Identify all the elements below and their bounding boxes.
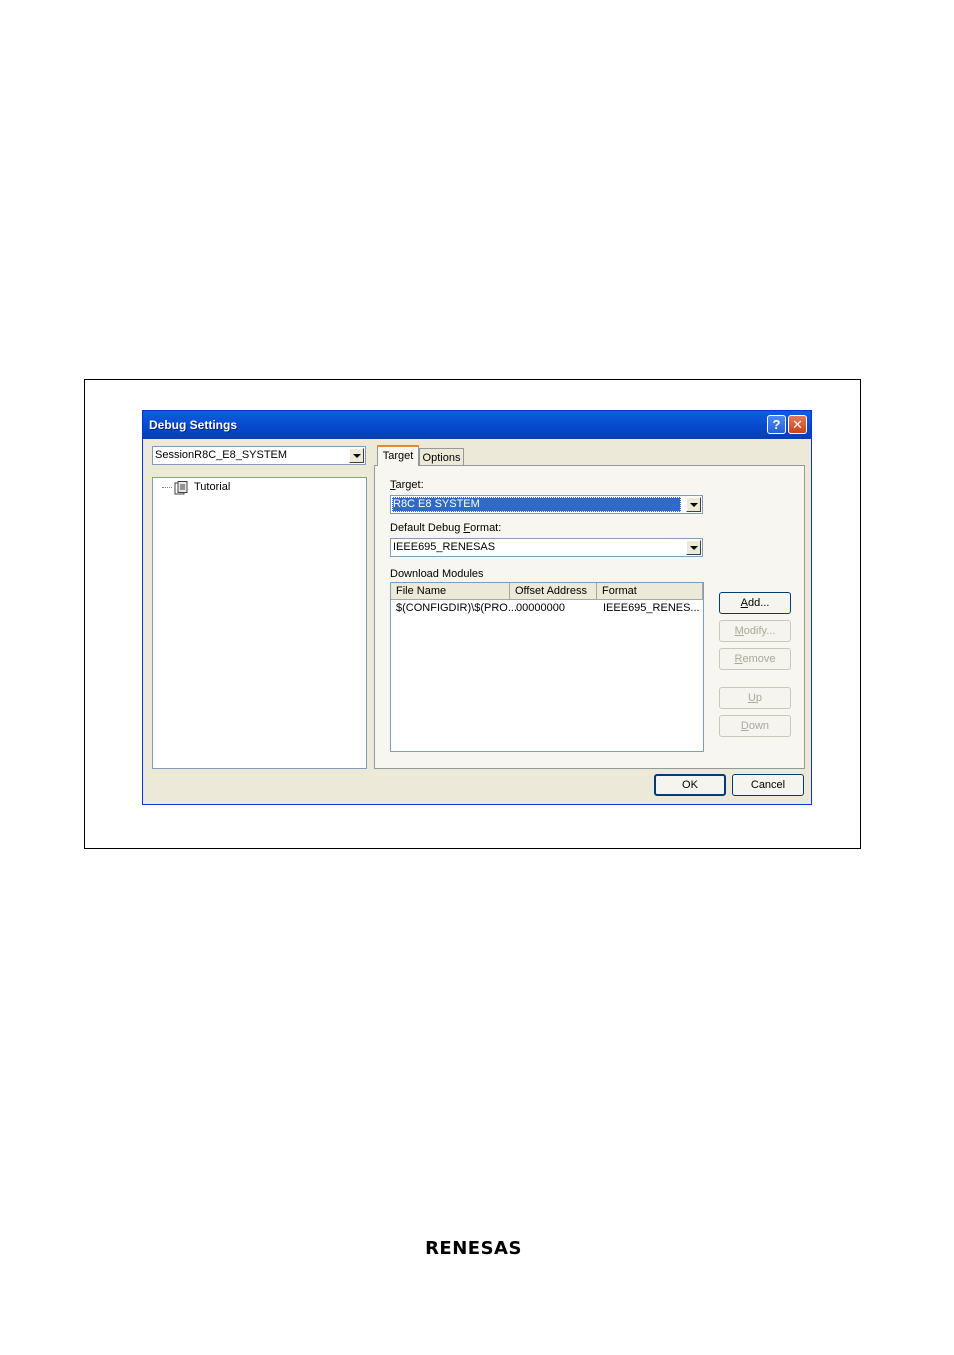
tree-connector — [162, 487, 172, 488]
help-button[interactable]: ? — [767, 415, 786, 434]
target-select-value: R8C E8 SYSTEM — [392, 497, 681, 512]
chevron-down-icon[interactable] — [686, 497, 701, 512]
debug-format-select-value: IEEE695_RENESAS — [393, 541, 496, 553]
debug-format-select[interactable]: IEEE695_RENESAS — [390, 538, 703, 557]
debug-settings-dialog: Debug Settings ? ✕ SessionR8C_E8_SYSTEM … — [142, 410, 812, 805]
down-button[interactable]: Down — [719, 715, 791, 737]
tab-target[interactable]: Target — [377, 445, 419, 466]
close-button[interactable]: ✕ — [788, 415, 807, 434]
cancel-button[interactable]: Cancel — [732, 774, 804, 796]
download-modules-label: Download Modules — [390, 568, 484, 580]
target-label: Target: — [390, 479, 424, 491]
tab-options[interactable]: Options — [419, 448, 464, 466]
target-tab-panel: Target: R8C E8 SYSTEM Default Debug Form… — [374, 465, 805, 769]
tree-item-tutorial[interactable]: Tutorial — [153, 478, 353, 498]
chevron-down-icon[interactable] — [686, 540, 701, 555]
session-select[interactable]: SessionR8C_E8_SYSTEM — [152, 446, 366, 465]
tree-item-label: Tutorial — [194, 481, 231, 493]
modify-button[interactable]: Modify... — [719, 620, 791, 642]
target-select[interactable]: R8C E8 SYSTEM — [390, 495, 703, 514]
chevron-down-icon[interactable] — [349, 448, 364, 463]
renesas-logo: RENESAS — [425, 1238, 522, 1259]
download-modules-list[interactable]: File Name Offset Address Format $(CONFIG… — [390, 582, 704, 752]
tab-target-label: Target — [382, 450, 414, 462]
table-row[interactable]: $(CONFIGDIR)\$(PRO... 00000000 IEEE695_R… — [391, 583, 703, 619]
ok-button[interactable]: OK — [654, 774, 726, 796]
session-select-value: SessionR8C_E8_SYSTEM — [155, 449, 288, 461]
tab-options-label: Options — [422, 452, 461, 464]
up-button[interactable]: Up — [719, 687, 791, 709]
remove-button[interactable]: Remove — [719, 648, 791, 670]
add-button[interactable]: Add... — [719, 592, 791, 614]
cell-offset-address: 00000000 — [516, 602, 565, 614]
cell-file-name: $(CONFIGDIR)\$(PRO... — [396, 602, 518, 614]
debug-format-label: Default Debug Format: — [390, 522, 502, 534]
dialog-title: Debug Settings — [149, 418, 238, 432]
project-icon — [174, 481, 188, 495]
title-bar[interactable]: Debug Settings ? ✕ — [143, 411, 811, 439]
session-tree[interactable]: Tutorial — [152, 477, 367, 769]
cell-format: IEEE695_RENES... — [603, 602, 700, 614]
